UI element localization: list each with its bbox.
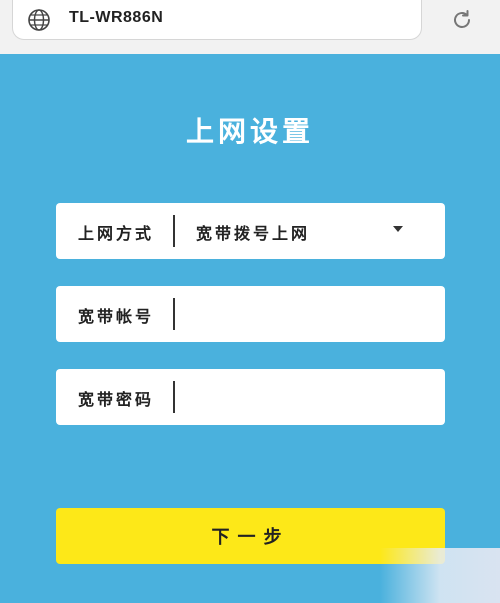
account-label: 宽带帐号 bbox=[78, 307, 155, 326]
browser-toolbar: TL-WR886N bbox=[0, 0, 500, 54]
password-label: 宽带密码 bbox=[78, 390, 155, 409]
address-bar[interactable]: TL-WR886N bbox=[12, 0, 422, 40]
password-input[interactable] bbox=[178, 377, 432, 419]
dropdown-caret-icon[interactable] bbox=[393, 226, 403, 232]
globe-icon bbox=[28, 9, 50, 31]
connection-type-label: 上网方式 bbox=[78, 224, 155, 243]
connection-type-value: 宽带拨号上网 bbox=[196, 224, 311, 243]
password-field: 宽带密码 bbox=[56, 369, 445, 425]
url-text: TL-WR886N bbox=[69, 9, 164, 26]
setup-panel: 上网设置 上网方式 宽带拨号上网 宽带帐号 宽带密码 下一步 bbox=[0, 54, 500, 603]
connection-type-select[interactable]: 上网方式 宽带拨号上网 bbox=[56, 203, 445, 259]
field-divider bbox=[173, 381, 175, 413]
field-divider bbox=[173, 298, 175, 330]
page-title: 上网设置 bbox=[185, 115, 314, 148]
field-divider bbox=[173, 215, 175, 247]
reload-icon[interactable] bbox=[450, 8, 474, 32]
account-field: 宽带帐号 bbox=[56, 286, 445, 342]
account-input[interactable] bbox=[178, 294, 432, 336]
watermark bbox=[380, 548, 500, 603]
